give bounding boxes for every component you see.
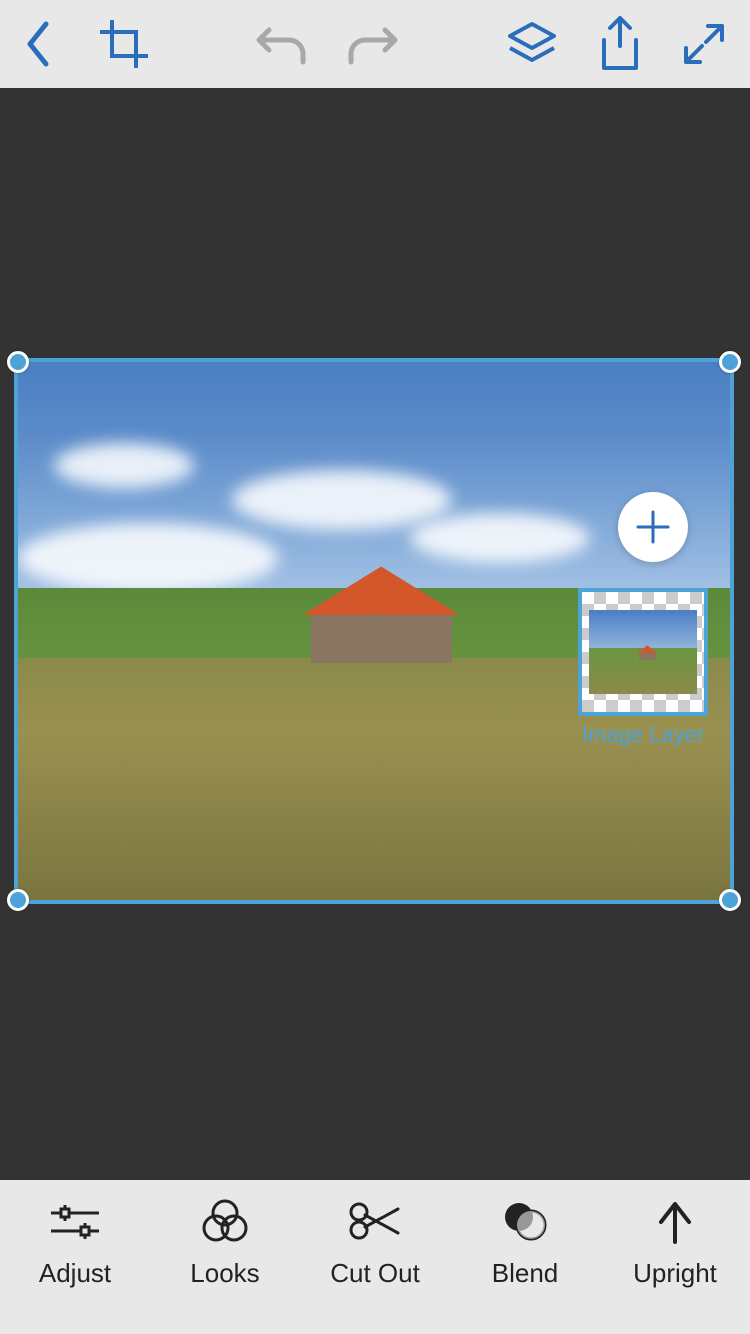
top-toolbar-right (506, 16, 726, 72)
tool-blend[interactable]: Blend (450, 1198, 600, 1289)
share-button[interactable] (598, 16, 642, 72)
redo-icon (347, 22, 399, 66)
up-arrow-icon (655, 1198, 695, 1244)
blend-circles-icon (502, 1200, 548, 1242)
tool-label: Blend (492, 1258, 559, 1289)
selected-image-layer[interactable]: Image Layer (14, 358, 734, 904)
tool-label: Upright (633, 1258, 717, 1289)
layers-stack-icon (506, 20, 558, 68)
tool-label: Looks (190, 1258, 259, 1289)
tool-label: Cut Out (330, 1258, 420, 1289)
back-chevron-icon (24, 20, 52, 68)
fullscreen-expand-icon (682, 22, 726, 66)
tool-upright[interactable]: Upright (600, 1198, 750, 1289)
share-icon (598, 16, 642, 72)
layer-thumbnail-label: Image Layer (578, 722, 708, 748)
selection-handle-top-right[interactable] (719, 351, 741, 373)
undo-button[interactable] (255, 22, 307, 66)
undo-icon (255, 22, 307, 66)
fullscreen-button[interactable] (682, 22, 726, 66)
plus-icon (634, 508, 672, 546)
tool-cutout[interactable]: Cut Out (300, 1198, 450, 1289)
selection-handle-top-left[interactable] (7, 351, 29, 373)
top-toolbar (0, 0, 750, 88)
bottom-toolbar: Adjust Looks Cut Out (0, 1180, 750, 1334)
layers-button[interactable] (506, 20, 558, 68)
layer-thumbnail-image (578, 588, 708, 716)
crop-icon (100, 20, 148, 68)
tool-label: Adjust (39, 1258, 111, 1289)
top-toolbar-left (24, 20, 148, 68)
back-button[interactable] (24, 20, 52, 68)
tool-looks[interactable]: Looks (150, 1198, 300, 1289)
tool-adjust[interactable]: Adjust (0, 1198, 150, 1289)
venn-icon (200, 1198, 250, 1244)
canvas-area[interactable]: Image Layer (0, 88, 750, 1180)
selection-handle-bottom-right[interactable] (719, 889, 741, 911)
top-toolbar-center (255, 22, 399, 66)
scissors-icon (348, 1201, 402, 1241)
layer-thumbnail[interactable]: Image Layer (578, 588, 708, 748)
selection-handle-bottom-left[interactable] (7, 889, 29, 911)
sliders-icon (47, 1199, 103, 1243)
add-layer-button[interactable] (618, 492, 688, 562)
crop-button[interactable] (100, 20, 148, 68)
redo-button[interactable] (347, 22, 399, 66)
